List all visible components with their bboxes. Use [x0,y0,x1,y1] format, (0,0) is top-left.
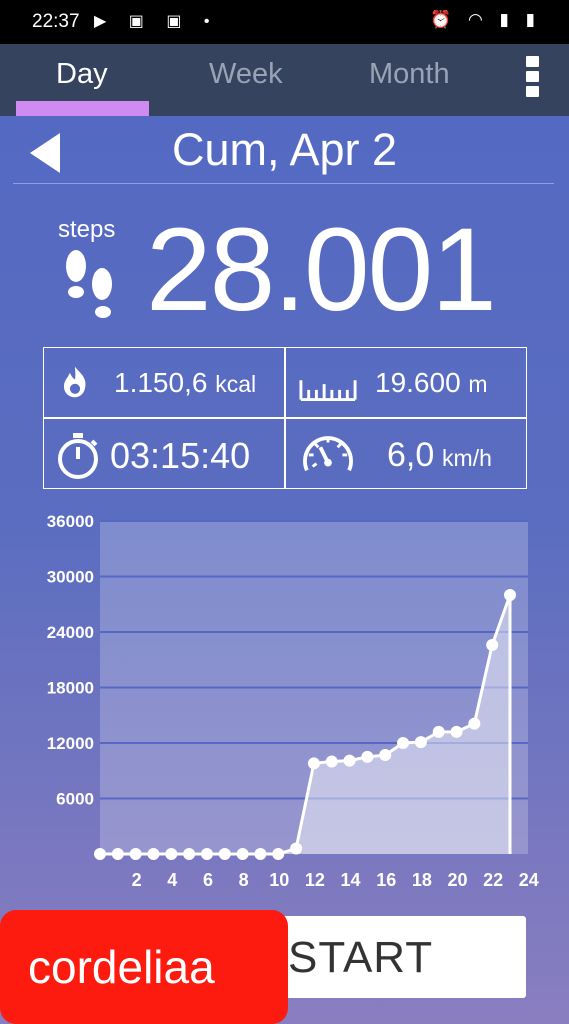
data-point [397,737,410,749]
x-tick-label: 22 [483,870,503,890]
x-tick-label: 14 [341,870,361,890]
x-tick-label: 20 [448,870,468,890]
distance-value: 19.600 [375,367,461,398]
notification-icons: ▶ ▣ ▣ • [94,13,219,30]
hourly-steps-chart: 600012000180002400030000360002 4 6 8 10 12 14 1… [47,512,539,890]
x-tick-label: 12 [305,870,325,890]
y-tick-label: 18000 [47,679,94,698]
calories-value: 1.150,6 [114,367,208,398]
start-button-label: START [288,933,434,982]
data-point [183,848,196,860]
fire-icon [63,366,86,398]
calories-stat: 1.150,6 kcal [44,348,284,417]
calories-unit: kcal [215,371,257,397]
start-button[interactable]: START [258,916,526,998]
x-tick-label: 4 [167,870,177,890]
steps-count: 28.001 [146,204,497,336]
data-point [414,736,427,749]
data-point [361,750,374,763]
data-point [468,717,481,730]
data-point [236,848,249,860]
data-point [290,842,303,855]
speed-unit: km/h [442,445,492,471]
distance-stat: 19.600 m [285,348,525,417]
x-tick-label: 24 [519,870,539,890]
data-point [200,848,213,860]
steps-label: steps [58,216,116,243]
y-tick-label: 24000 [47,623,94,642]
tab-bar: Day Week Month [0,44,569,116]
status-bar: 22:37 ▶ ▣ ▣ • ⏰ ◠ ▮ ▮ [0,0,569,44]
data-point [111,848,124,860]
divider [13,183,554,184]
data-point [307,757,320,770]
y-tick-label: 12000 [47,734,94,753]
system-status-icons: ⏰ ◠ ▮ ▮ [430,10,541,29]
speed-value: 6,0 [387,436,435,474]
data-point [486,638,499,651]
ruler-icon [299,380,357,402]
data-point [450,725,463,738]
speed-stat: 6,0 km/h [285,418,525,487]
data-point [504,588,516,601]
tab-day[interactable]: Day [56,58,108,91]
tab-week[interactable]: Week [209,58,283,91]
duration-stat: 03:15:40 [44,418,284,487]
x-tick-label: 10 [269,870,289,890]
data-point [129,848,142,860]
distance-unit: m [468,371,488,397]
stats-grid: 1.150,6 kcal 19.600 m 03:15:40 6,0 km/h [43,347,527,489]
tab-month[interactable]: Month [369,58,450,91]
x-tick-label: 2 [132,870,142,890]
data-point [272,848,285,860]
data-point [254,848,267,860]
data-point [147,848,160,860]
active-tab-indicator [16,101,149,116]
user-name: cordeliaa [28,941,215,993]
data-point [94,848,106,860]
data-point [218,848,231,860]
stopwatch-icon [58,433,98,479]
data-point [432,725,445,738]
status-time: 22:37 [32,11,80,32]
x-tick-label: 18 [412,870,432,890]
user-name-badge: cordeliaa [0,910,288,1024]
y-tick-label: 36000 [47,512,94,531]
overflow-menu-icon[interactable] [526,56,540,102]
data-point [343,754,356,767]
footprints-icon [66,250,112,318]
x-tick-label: 16 [376,870,396,890]
speedometer-icon [303,436,353,472]
data-point [165,848,178,860]
x-tick-label: 8 [239,870,249,890]
data-point [325,755,338,768]
x-tick-label: 6 [203,870,213,890]
duration-value: 03:15:40 [110,435,251,476]
y-tick-label: 30000 [47,568,94,587]
data-point [379,749,392,762]
y-tick-label: 6000 [56,790,94,809]
date-title: Cum, Apr 2 [171,124,398,175]
day-view: Cum, Apr 2 steps 28.001 1.150,6 kcal 19.… [0,116,569,1024]
